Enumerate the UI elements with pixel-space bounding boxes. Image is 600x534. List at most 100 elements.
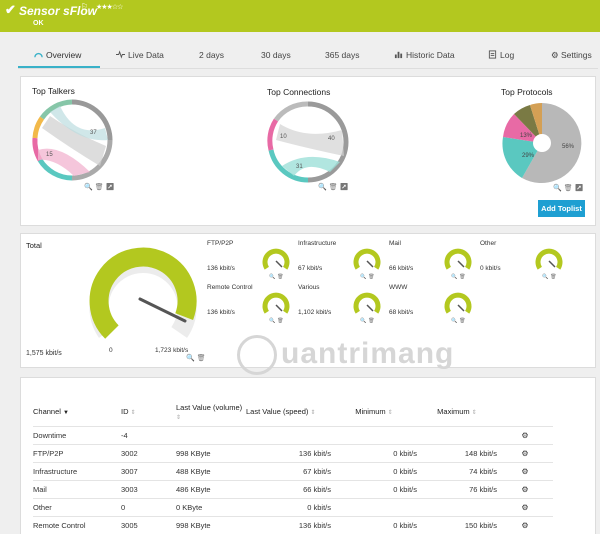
chord-arc: [32, 116, 45, 139]
chord-arc: [267, 118, 279, 151]
tab-label: Live Data: [128, 50, 164, 60]
tab-historic-data[interactable]: Historic Data: [394, 50, 455, 60]
total-gauge: [89, 247, 197, 339]
top-talkers-title: Top Talkers: [32, 86, 75, 96]
speed-cell: [246, 425, 331, 444]
gauge-icon: [34, 52, 43, 58]
tab-log[interactable]: Log: [488, 50, 514, 60]
gauge-label: Remote Control: [207, 284, 253, 291]
id-cell: 3002: [121, 443, 176, 462]
volume-cell: [176, 425, 246, 444]
watermark-text: uantrimang: [281, 337, 455, 370]
channels-table: Channel ▼ ID ⇕ Last Value (volume) ⇕ Las…: [33, 398, 553, 534]
channel-cell: FTP/P2P: [33, 443, 121, 462]
table-header-row: Channel ▼ ID ⇕ Last Value (volume) ⇕ Las…: [33, 398, 553, 426]
top-talkers-chord-chart[interactable]: 37 15: [30, 98, 116, 184]
mini-gauge[interactable]: [261, 290, 291, 318]
gauge-label: Infrastructure: [298, 240, 337, 247]
flag-icon[interactable]: ⚐: [81, 2, 88, 11]
column-header-last-value-volume[interactable]: Last Value (volume) ⇕: [176, 398, 246, 426]
minimum-cell: [331, 497, 417, 516]
add-toplist-button[interactable]: Add Toplist: [538, 200, 585, 217]
connections-toolbar[interactable]: 🔍🗑↗: [318, 183, 351, 191]
volume-cell: 998 KByte: [176, 515, 246, 534]
pulse-icon: [116, 50, 125, 59]
mini-gauge-arc: [262, 292, 290, 314]
column-header-id[interactable]: ID ⇕: [121, 398, 176, 426]
tab-overview[interactable]: Overview: [34, 50, 81, 60]
tab-bar: Overview Live Data 2 days 30 days 365 da…: [18, 44, 598, 68]
mini-gauge-toolbar[interactable]: 🔍🗑: [451, 274, 468, 280]
tab-label: Historic Data: [406, 50, 455, 60]
minimum-cell: 0 kbit/s: [331, 515, 417, 534]
mini-gauge-toolbar[interactable]: 🔍🗑: [451, 318, 468, 324]
table-row[interactable]: Downtime -4 ⚙: [33, 425, 553, 444]
mini-gauge[interactable]: [443, 290, 473, 318]
tab-2-days[interactable]: 2 days: [199, 50, 224, 60]
mini-gauge-arc: [353, 292, 381, 314]
channel-cell: Downtime: [33, 425, 121, 444]
mini-gauge[interactable]: [534, 246, 564, 274]
priority-stars[interactable]: ★★★☆☆: [96, 3, 123, 11]
mini-gauge-needle: [366, 260, 374, 268]
channel-settings-icon[interactable]: ⚙: [497, 515, 553, 534]
table-row[interactable]: Mail 3003 486 KByte 66 kbit/s 0 kbit/s 76 kbi…: [33, 479, 553, 498]
mini-gauge-needle: [275, 260, 283, 268]
tab-divider: [18, 68, 598, 69]
id-cell: 3003: [121, 479, 176, 498]
channel-settings-icon[interactable]: ⚙: [497, 425, 553, 444]
total-gauge-title: Total: [26, 241, 42, 250]
gauge-label: Mail: [389, 240, 401, 247]
top-protocols-pie-chart[interactable]: 56% 29% 13%: [500, 101, 584, 185]
gauge-value: 67 kbit/s: [298, 265, 323, 272]
minimum-cell: 0 kbit/s: [331, 479, 417, 498]
id-cell: 0: [121, 497, 176, 516]
speed-cell: 136 kbit/s: [246, 515, 331, 534]
tab-live-data[interactable]: Live Data: [116, 50, 164, 60]
channel-settings-icon[interactable]: ⚙: [497, 497, 553, 516]
mini-gauge-toolbar[interactable]: 🔍🗑: [269, 318, 286, 324]
mini-gauge-toolbar[interactable]: 🔍🗑: [542, 274, 559, 280]
pie-label: 13%: [520, 133, 533, 139]
mini-gauge[interactable]: [352, 290, 382, 318]
table-row[interactable]: Other 0 0 KByte 0 kbit/s ⚙: [33, 497, 553, 516]
sensor-status: OK: [33, 20, 44, 27]
gauge-value: 1,102 kbit/s: [298, 309, 332, 316]
id-cell: 3007: [121, 461, 176, 480]
column-header-channel[interactable]: Channel ▼: [33, 398, 121, 426]
column-header-minimum[interactable]: Minimum ⇕: [331, 398, 417, 426]
table-row[interactable]: FTP/P2P 3002 998 KByte 136 kbit/s 0 kbit/s 14…: [33, 443, 553, 462]
channel-settings-icon[interactable]: ⚙: [497, 461, 553, 480]
gauge-value: 66 kbit/s: [389, 265, 414, 272]
table-row[interactable]: Infrastructure 3007 488 KByte 67 kbit/s 0 kb…: [33, 461, 553, 480]
channel-cell: Mail: [33, 479, 121, 498]
mini-gauge-toolbar[interactable]: 🔍🗑: [360, 318, 377, 324]
id-cell: -4: [121, 425, 176, 444]
column-header-maximum[interactable]: Maximum ⇕: [417, 398, 497, 426]
mini-gauge[interactable]: [443, 246, 473, 274]
mini-gauge[interactable]: [261, 246, 291, 274]
volume-cell: 998 KByte: [176, 443, 246, 462]
maximum-cell: 148 kbit/s: [417, 443, 497, 462]
talkers-toolbar[interactable]: 🔍🗑↗: [84, 183, 117, 191]
column-header-last-value-speed[interactable]: Last Value (speed) ⇕: [246, 398, 331, 426]
lightbulb-icon: [237, 335, 277, 375]
top-connections-chord-chart[interactable]: 10 40 31: [266, 100, 350, 184]
chord-label: 40: [328, 136, 335, 142]
channel-settings-icon[interactable]: ⚙: [497, 479, 553, 498]
top-protocols-title: Top Protocols: [501, 87, 553, 97]
tab-365-days[interactable]: 365 days: [325, 50, 360, 60]
tab-30-days[interactable]: 30 days: [261, 50, 291, 60]
protocols-toolbar[interactable]: 🔍🗑↗: [553, 184, 586, 192]
mini-gauge-toolbar[interactable]: 🔍🗑: [360, 274, 377, 280]
table-row[interactable]: Remote Control 3005 998 KByte 136 kbit/s 0 k…: [33, 515, 553, 534]
mini-gauge-toolbar[interactable]: 🔍🗑: [269, 274, 286, 280]
mini-gauge-arc: [444, 248, 472, 270]
channel-settings-icon[interactable]: ⚙: [497, 443, 553, 462]
chord-label: 37: [90, 130, 97, 136]
total-value: 1,575 kbit/s: [26, 350, 62, 357]
mini-gauge-arc: [535, 248, 563, 270]
total-toolbar[interactable]: 🔍🗑: [186, 354, 208, 362]
mini-gauge[interactable]: [352, 246, 382, 274]
tab-settings[interactable]: ⚙ Settings: [551, 50, 592, 61]
